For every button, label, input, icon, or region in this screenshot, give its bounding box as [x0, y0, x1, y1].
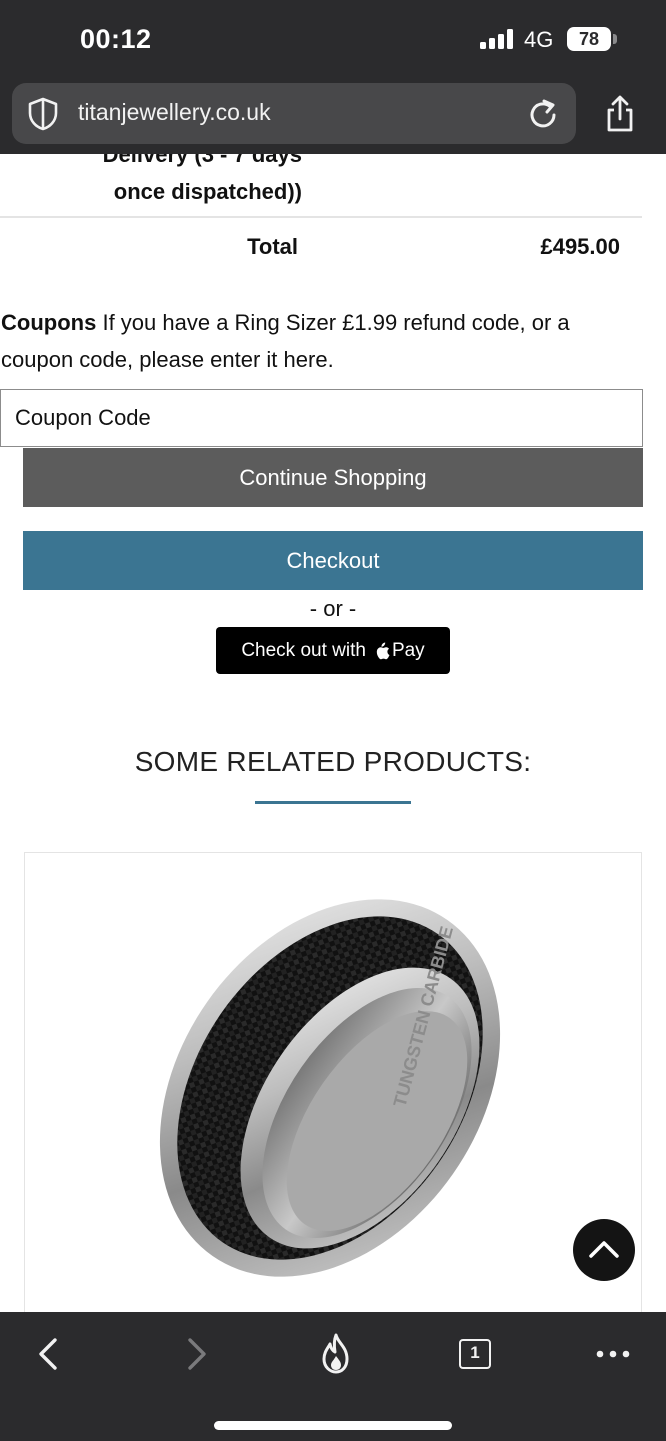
- total-value: £495.00: [540, 234, 620, 259]
- chevron-left-icon[interactable]: [27, 1332, 71, 1376]
- delivery-label-line2: once dispatched)): [113, 179, 302, 204]
- battery-level: 78: [567, 27, 611, 51]
- battery-icon: [613, 34, 617, 44]
- chevron-right-icon[interactable]: [174, 1332, 218, 1376]
- product-image[interactable]: TUNGSTEN CARBIDE: [155, 863, 515, 1303]
- heading-underline: [255, 801, 411, 804]
- network-type: 4G: [524, 27, 554, 52]
- apple-icon: [376, 642, 390, 659]
- tabs-icon[interactable]: 1: [453, 1332, 497, 1376]
- or-separator: - or -: [309, 596, 357, 621]
- shield-icon[interactable]: [25, 96, 61, 132]
- apple-pay-suffix: Pay: [391, 639, 425, 661]
- delivery-label: Delivery (3 - 7 days once dispatched)): [70, 154, 302, 210]
- continue-shopping-label: Continue Shopping: [239, 464, 427, 490]
- share-icon[interactable]: [600, 94, 640, 134]
- checkout-label: Checkout: [286, 547, 380, 573]
- coupons-info: Coupons If you have a Ring Sizer £1.99 r…: [1, 304, 641, 378]
- url-text[interactable]: titanjewellery.co.uk: [78, 99, 271, 126]
- continue-shopping-button[interactable]: Continue Shopping: [23, 448, 643, 507]
- signal-icon: [480, 29, 514, 49]
- page-content: Delivery (3 - 7 days once dispatched)) T…: [0, 154, 666, 1312]
- coupon-code-input[interactable]: [0, 389, 643, 447]
- related-product-card[interactable]: TUNGSTEN CARBIDE: [24, 852, 642, 1312]
- coupons-title: Coupons: [1, 310, 97, 335]
- divider: [0, 216, 642, 218]
- status-time: 00:12: [80, 24, 152, 54]
- more-icon[interactable]: [591, 1332, 635, 1376]
- arrow-up-icon: [589, 1241, 619, 1258]
- checkout-button[interactable]: Checkout: [23, 531, 643, 590]
- apple-pay-button[interactable]: Check out with Pay: [216, 627, 450, 674]
- status-bar: 00:12 4G 78: [0, 0, 666, 78]
- browser-toolbar: 1: [0, 1312, 666, 1441]
- tab-count: 1: [459, 1339, 491, 1369]
- reload-icon[interactable]: [524, 96, 562, 134]
- fire-icon[interactable]: [314, 1332, 358, 1376]
- total-label: Total: [247, 234, 298, 259]
- apple-pay-prefix: Check out with: [241, 639, 366, 661]
- back-to-top-button[interactable]: [573, 1219, 635, 1281]
- related-products-heading: SOME RELATED PRODUCTS:: [134, 746, 532, 777]
- delivery-label-line1: Delivery (3 - 7 days: [102, 154, 302, 167]
- home-indicator[interactable]: [214, 1421, 452, 1430]
